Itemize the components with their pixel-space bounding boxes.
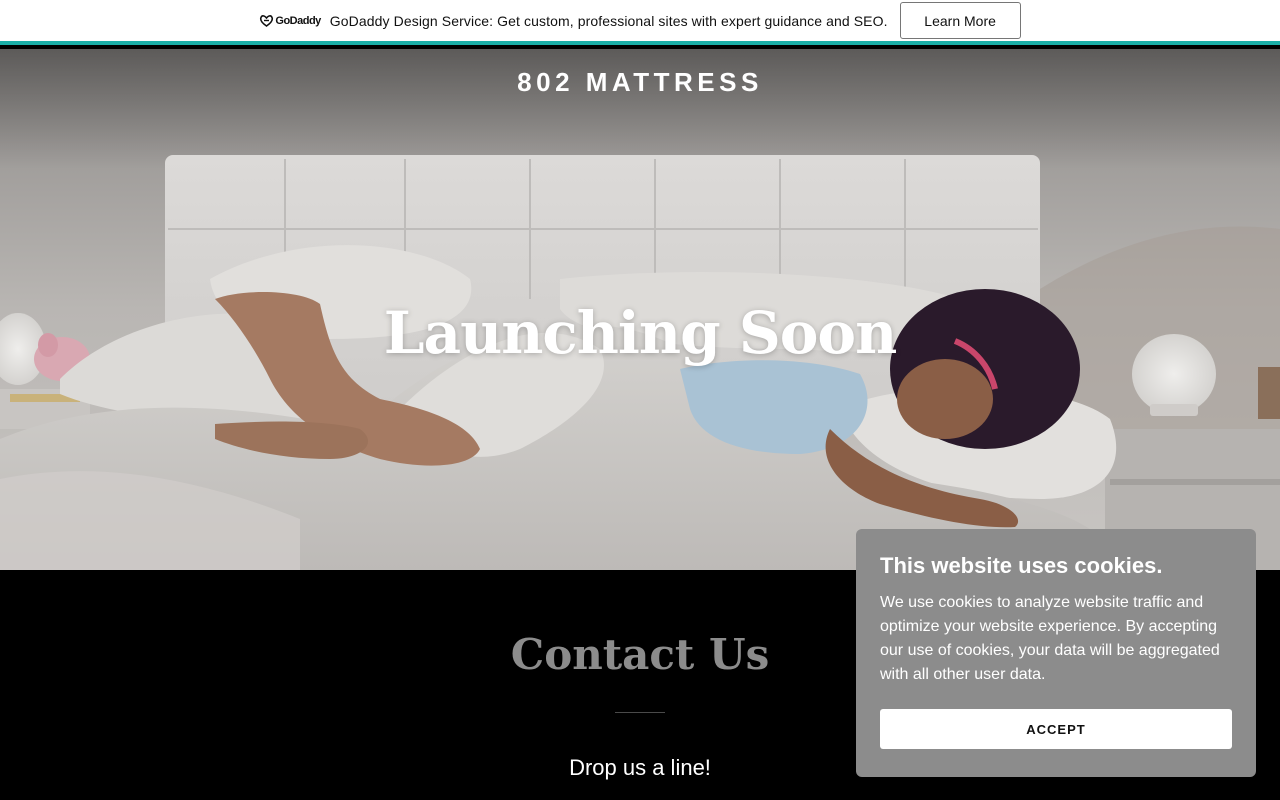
godaddy-logo-icon [259,14,274,27]
promo-banner: GoDaddy GoDaddy Design Service: Get cust… [0,0,1280,45]
section-divider [615,712,665,713]
godaddy-logo[interactable]: GoDaddy [259,14,321,27]
promo-text: GoDaddy Design Service: Get custom, prof… [329,12,888,29]
godaddy-logo-text: GoDaddy [275,14,321,27]
cookie-body: We use cookies to analyze website traffi… [880,594,1220,683]
cookie-banner: This website uses cookies. We use cookie… [856,529,1256,777]
cookie-title: This website uses cookies. [880,553,1163,578]
hero-heading: Launching Soon [383,299,898,367]
hero-section: 802 MATTRESS Launching Soon [0,49,1280,570]
accept-cookies-button[interactable]: ACCEPT [880,709,1232,749]
learn-more-button[interactable]: Learn More [899,2,1021,39]
promo-content: GoDaddy GoDaddy Design Service: Get cust… [259,2,1021,39]
site-title[interactable]: 802 MATTRESS [0,67,1280,98]
